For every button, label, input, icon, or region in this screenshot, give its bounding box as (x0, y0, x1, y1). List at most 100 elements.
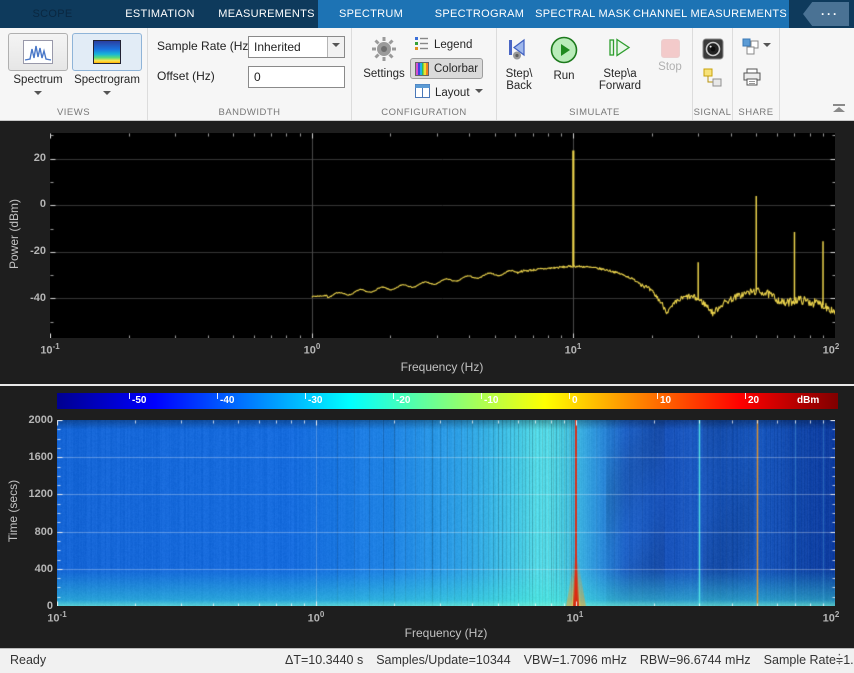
colorbar-tick-0: 0 (572, 395, 578, 406)
stop-label: Stop (652, 61, 688, 73)
spectrum-analyzer-window: SCOPE ESTIMATION MEASUREMENTS SPECTRUM S… (0, 0, 854, 673)
layout-dropdown-icon[interactable] (475, 89, 483, 97)
colorbar-tickmark (129, 393, 130, 399)
colorbar-toggle-button[interactable]: Colorbar (410, 58, 483, 79)
colorbar-tickmark (745, 393, 746, 399)
status-bar: Ready ΔT=10.3440 s Samples/Update=10344 … (0, 648, 854, 673)
colorbar-tick-m20: -20 (396, 395, 410, 406)
spectrogram-ytick-800: 800 (19, 525, 53, 539)
tab-channel-measurements[interactable]: CHANNEL MEASUREMENTS (631, 0, 789, 28)
spectrogram-colorbar[interactable]: -50 -40 -30 -20 -10 0 10 20 dBm (57, 393, 838, 409)
run-icon (547, 36, 581, 67)
collapse-ribbon-button[interactable] (832, 104, 846, 114)
run-button[interactable]: Run (547, 36, 581, 82)
colorbar-tick-m10: -10 (484, 395, 498, 406)
layout-label: Layout (435, 87, 470, 99)
tab-overflow-button[interactable]: ··· (803, 2, 849, 26)
views-section-label: VIEWS (0, 107, 147, 118)
spectrum-xtick-1: 100 (292, 342, 332, 357)
step-forward-label-1: Step\a (592, 68, 648, 80)
gear-icon (360, 36, 408, 65)
toolstrip-ribbon: Spectrum Spectrogram VIEWS Sample Rate (… (0, 28, 854, 121)
status-menu-icon[interactable]: ⋮ (833, 652, 846, 667)
spectrum-xtick-10: 101 (553, 342, 593, 357)
signal-selector-button[interactable] (703, 68, 722, 92)
spectrum-view-icon (23, 40, 53, 64)
spectrum-ytick-20: 20 (12, 151, 46, 165)
settings-label: Settings (360, 68, 408, 80)
export-button[interactable] (742, 38, 771, 56)
sample-rate-combobox[interactable]: Inherited (248, 36, 345, 58)
spectrogram-plot-panel: -50 -40 -30 -20 -10 0 10 20 dBm Time (se… (0, 386, 854, 648)
step-forward-button[interactable]: Step\a Forward (592, 36, 648, 92)
spectrogram-xlabel: Frequency (Hz) (346, 626, 546, 640)
spectrogram-xtick-100: 102 (811, 610, 851, 625)
tab-scope[interactable]: SCOPE (0, 0, 105, 28)
status-vbw: VBW=1.7096 mHz (524, 653, 627, 667)
legend-toggle-button[interactable]: Legend (410, 34, 477, 55)
contextual-tab-group: SPECTRUM SPECTROGRAM SPECTRAL MASK CHANN… (318, 0, 789, 28)
spectrum-view-button[interactable]: Spectrum (8, 33, 68, 104)
spectrogram-view-button[interactable]: Spectrogram (72, 33, 142, 104)
print-button[interactable] (742, 68, 762, 92)
offset-label: Offset (Hz) (157, 69, 215, 83)
colorbar-tickmark (569, 393, 570, 399)
spectrum-ytick-m20: -20 (12, 244, 46, 258)
layout-button[interactable]: Layout (410, 82, 488, 103)
spectrogram-xtick-10: 101 (555, 610, 595, 625)
colorbar-unit-label: dBm (797, 395, 819, 406)
spectrum-view-label: Spectrum (8, 74, 68, 86)
colorbar-icon (415, 62, 429, 76)
spectrum-view-dropdown-icon[interactable] (34, 91, 42, 99)
step-back-button[interactable]: Step\ Back (499, 36, 539, 92)
step-forward-icon (592, 36, 648, 65)
tab-spectrum[interactable]: SPECTRUM (318, 0, 424, 28)
tab-spectral-mask[interactable]: SPECTRAL MASK (535, 0, 631, 28)
export-blocks-icon (742, 38, 760, 56)
tab-measurements[interactable]: MEASUREMENTS (215, 0, 318, 28)
simulate-section-label: SIMULATE (497, 107, 692, 118)
spectrogram-view-label: Spectrogram (72, 74, 142, 86)
colorbar-tickmark (393, 393, 394, 399)
export-dropdown-icon[interactable] (763, 43, 771, 51)
spectrogram-xtick-0p1: 10-1 (37, 610, 77, 625)
spectrum-plot-panel: Power (dBm) 20 0 -20 -40 10-1 100 101 10… (0, 121, 854, 384)
spectrum-plot-canvas[interactable] (50, 133, 835, 338)
spectrum-ytick-0: 0 (12, 197, 46, 211)
section-share: SHARE (733, 28, 780, 120)
spectrogram-view-icon (93, 40, 121, 64)
status-ready: Ready (10, 653, 46, 667)
sample-rate-dropdown-icon[interactable] (327, 37, 344, 57)
section-configuration: Settings Legend Colorbar Layout CONFIGUR… (352, 28, 497, 120)
spectrum-xtick-0p1: 10-1 (30, 342, 70, 357)
layout-icon (415, 84, 430, 101)
section-simulate: Step\ Back Run Step\a Forward Stop SIM (497, 28, 693, 120)
spectrogram-heatmap-canvas[interactable] (57, 420, 835, 606)
spectrogram-ytick-1200: 1200 (19, 487, 53, 501)
section-signal: SIGNAL (693, 28, 733, 120)
stop-icon (661, 39, 680, 58)
spectrogram-ytick-400: 400 (19, 562, 53, 576)
tab-estimation[interactable]: ESTIMATION (105, 0, 215, 28)
colorbar-tickmark (481, 393, 482, 399)
status-rbw: RBW=96.6744 mHz (640, 653, 751, 667)
section-views: Spectrum Spectrogram VIEWS (0, 28, 148, 120)
colorbar-tick-10: 10 (660, 395, 671, 406)
tab-spectrogram[interactable]: SPECTROGRAM (424, 0, 535, 28)
sample-rate-label: Sample Rate (Hz) (157, 39, 252, 53)
step-back-icon (499, 36, 539, 65)
sample-rate-value: Inherited (249, 40, 327, 54)
spectrogram-view-dropdown-icon[interactable] (103, 91, 111, 99)
stop-button[interactable]: Stop (652, 36, 688, 73)
step-forward-label-2: Forward (592, 80, 648, 92)
colorbar-tickmark (217, 393, 218, 399)
step-back-label-2: Back (499, 80, 539, 92)
status-stats: ΔT=10.3440 s Samples/Update=10344 VBW=1.… (285, 653, 854, 667)
colorbar-tick-m50: -50 (132, 395, 146, 406)
offset-input[interactable]: 0 (248, 66, 345, 88)
settings-button[interactable]: Settings (360, 36, 408, 80)
bandwidth-section-label: BANDWIDTH (148, 107, 351, 118)
signal-knob-button[interactable] (702, 38, 724, 65)
colorbar-tick-m40: -40 (220, 395, 234, 406)
legend-label: Legend (434, 39, 472, 51)
